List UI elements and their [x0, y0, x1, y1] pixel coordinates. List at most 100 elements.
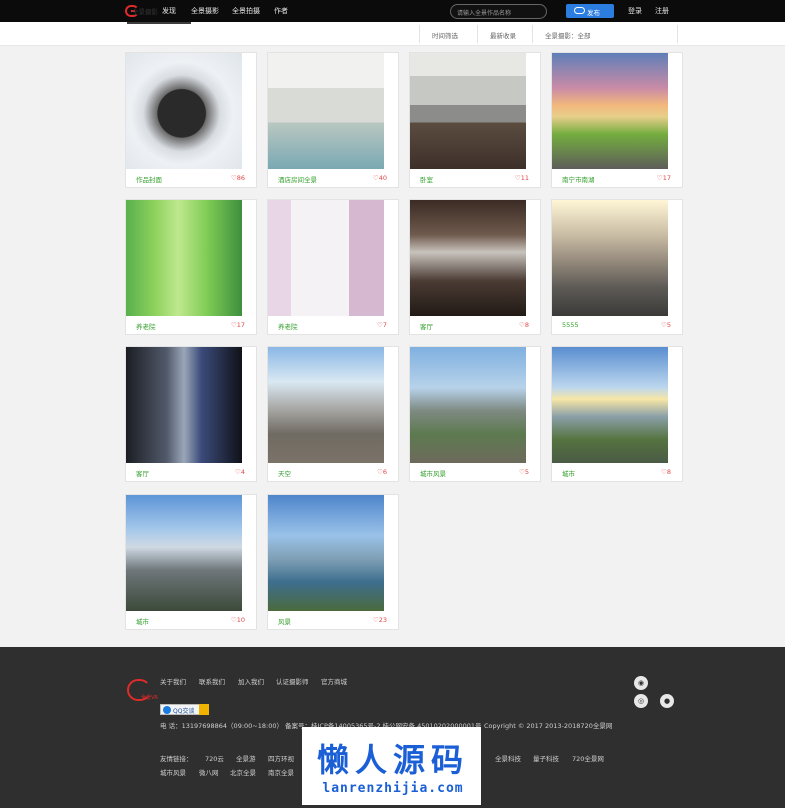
work-title[interactable]: 南宁市南湖 — [562, 174, 595, 184]
friend-link[interactable]: 四方环视 — [268, 753, 294, 763]
work-thumbnail[interactable] — [268, 495, 384, 611]
friend-link[interactable]: 全景游 — [236, 753, 256, 763]
work-title[interactable]: 养老院 — [136, 321, 156, 331]
work-card[interactable]: 城市 ♡8 — [551, 346, 683, 482]
work-title[interactable]: 作品封面 — [136, 174, 162, 184]
work-title[interactable]: 卧室 — [420, 174, 433, 184]
work-card[interactable]: 卧室 ♡11 — [409, 52, 541, 188]
search-input[interactable]: 请输入全景作品名称 — [450, 4, 547, 19]
footer-link-about[interactable]: 关于我们 — [160, 676, 186, 686]
work-title[interactable]: 5555 — [562, 321, 579, 329]
filter-type-button[interactable]: 最新收录 — [477, 25, 532, 43]
like-count: 5 — [666, 321, 671, 329]
work-title[interactable]: 客厅 — [136, 468, 149, 478]
work-card[interactable]: 5555 ♡5 — [551, 199, 683, 335]
work-likes[interactable]: ♡5 — [661, 321, 671, 329]
footer-link-join[interactable]: 加入我们 — [238, 676, 264, 686]
work-thumbnail[interactable] — [126, 495, 242, 611]
work-title[interactable]: 客厅 — [420, 321, 433, 331]
publish-button[interactable]: 发布 — [566, 4, 614, 18]
work-likes[interactable]: ♡86 — [231, 174, 245, 182]
work-likes[interactable]: ♡7 — [377, 321, 387, 329]
work-card[interactable]: 养老院 ♡7 — [267, 199, 399, 335]
friend-link[interactable]: 720全景网 — [572, 753, 604, 763]
work-thumbnail[interactable] — [126, 347, 242, 463]
like-count: 40 — [378, 174, 387, 182]
work-thumbnail[interactable] — [268, 347, 384, 463]
work-card[interactable]: 酒店房间全景 ♡40 — [267, 52, 399, 188]
work-thumbnail[interactable] — [268, 53, 384, 169]
work-card[interactable]: 天空 ♡6 — [267, 346, 399, 482]
work-thumbnail[interactable] — [410, 200, 526, 316]
qq-chat-label: QQ交谈 — [173, 708, 195, 715]
footer-link-photographer[interactable]: 认证摄影师 — [276, 676, 309, 686]
work-thumbnail[interactable] — [268, 200, 384, 316]
friend-link[interactable]: 量子科技 — [533, 753, 559, 763]
nav-panorama-photo[interactable]: 全景摄影 — [191, 6, 219, 16]
work-thumbnail[interactable] — [410, 53, 526, 169]
work-thumbnail[interactable] — [552, 200, 668, 316]
like-count: 86 — [236, 174, 245, 182]
work-likes[interactable]: ♡5 — [519, 468, 529, 476]
friend-link[interactable]: 全景科技 — [495, 753, 521, 763]
register-link[interactable]: 注册 — [655, 6, 669, 16]
like-count: 10 — [236, 616, 245, 624]
work-likes[interactable]: ♡23 — [373, 616, 387, 624]
tab-panorama-photo[interactable]: 全景摄影 — [127, 6, 191, 24]
like-count: 7 — [382, 321, 387, 329]
work-title[interactable]: 城市 — [562, 468, 575, 478]
work-thumbnail[interactable] — [126, 200, 242, 316]
work-title[interactable]: 城市 — [136, 616, 149, 626]
nav-panorama-shoot[interactable]: 全景拍摄 — [232, 6, 260, 16]
friend-link[interactable]: 城市风景 — [160, 767, 186, 777]
qq-icon[interactable]: ● — [660, 694, 674, 708]
work-likes[interactable]: ♡17 — [231, 321, 245, 329]
work-likes[interactable]: ♡17 — [657, 174, 671, 182]
wechat-icon[interactable]: ◉ — [634, 676, 648, 690]
like-count: 6 — [382, 468, 387, 476]
work-title[interactable]: 养老院 — [278, 321, 298, 331]
work-thumbnail[interactable] — [552, 347, 668, 463]
work-title[interactable]: 风景 — [278, 616, 291, 626]
work-likes[interactable]: ♡8 — [519, 321, 529, 329]
friend-link[interactable]: 南京全景 — [268, 767, 294, 777]
works-grid: 作品封面 ♡86 酒店房间全景 ♡40 卧室 ♡11 南宁市南湖 ♡17 养老院… — [0, 46, 785, 647]
friend-link[interactable]: 微八网 — [199, 767, 219, 777]
footer-link-shop[interactable]: 官方商城 — [321, 676, 347, 686]
work-card[interactable]: 城市 ♡10 — [125, 494, 257, 630]
friend-link[interactable]: 720云 — [205, 753, 224, 763]
work-title[interactable]: 酒店房间全景 — [278, 174, 317, 184]
top-navbar: 发现 全景摄影 全景拍摄 作者 请输入全景作品名称 发布 登录 注册 — [0, 0, 785, 22]
nav-authors[interactable]: 作者 — [274, 6, 288, 16]
work-title[interactable]: 城市风景 — [420, 468, 446, 478]
filter-category-dropdown[interactable]: 全景摄影：全部 — [532, 25, 678, 43]
footer-copyright: Copyright © 2017 2013-2018720全景网 — [484, 722, 613, 730]
work-card[interactable]: 风景 ♡23 — [267, 494, 399, 630]
qq-chat-button[interactable]: QQ交谈 — [160, 704, 209, 715]
friend-link[interactable]: 北京全景 — [230, 767, 256, 777]
work-card[interactable]: 南宁市南湖 ♡17 — [551, 52, 683, 188]
filter-time-button[interactable]: 时间筛选 — [419, 25, 477, 43]
work-likes[interactable]: ♡4 — [235, 468, 245, 476]
work-card[interactable]: 养老院 ♡17 — [125, 199, 257, 335]
work-likes[interactable]: ♡6 — [377, 468, 387, 476]
login-link[interactable]: 登录 — [628, 6, 642, 16]
work-thumbnail[interactable] — [410, 347, 526, 463]
work-likes[interactable]: ♡10 — [231, 616, 245, 624]
work-thumbnail[interactable] — [552, 53, 668, 169]
work-thumbnail[interactable] — [126, 53, 242, 169]
footer-link-contact[interactable]: 联系我们 — [199, 676, 225, 686]
work-likes[interactable]: ♡8 — [661, 468, 671, 476]
work-title[interactable]: 天空 — [278, 468, 291, 478]
work-card[interactable]: 城市风景 ♡5 — [409, 346, 541, 482]
weibo-icon[interactable]: ◎ — [634, 694, 648, 708]
work-likes[interactable]: ♡40 — [373, 174, 387, 182]
like-count: 5 — [524, 468, 529, 476]
qq-icon — [163, 706, 171, 714]
chat-bubble-icon — [199, 704, 209, 715]
work-card[interactable]: 作品封面 ♡86 — [125, 52, 257, 188]
work-card[interactable]: 客厅 ♡4 — [125, 346, 257, 482]
like-count: 8 — [666, 468, 671, 476]
work-likes[interactable]: ♡11 — [515, 174, 529, 182]
work-card[interactable]: 客厅 ♡8 — [409, 199, 541, 335]
